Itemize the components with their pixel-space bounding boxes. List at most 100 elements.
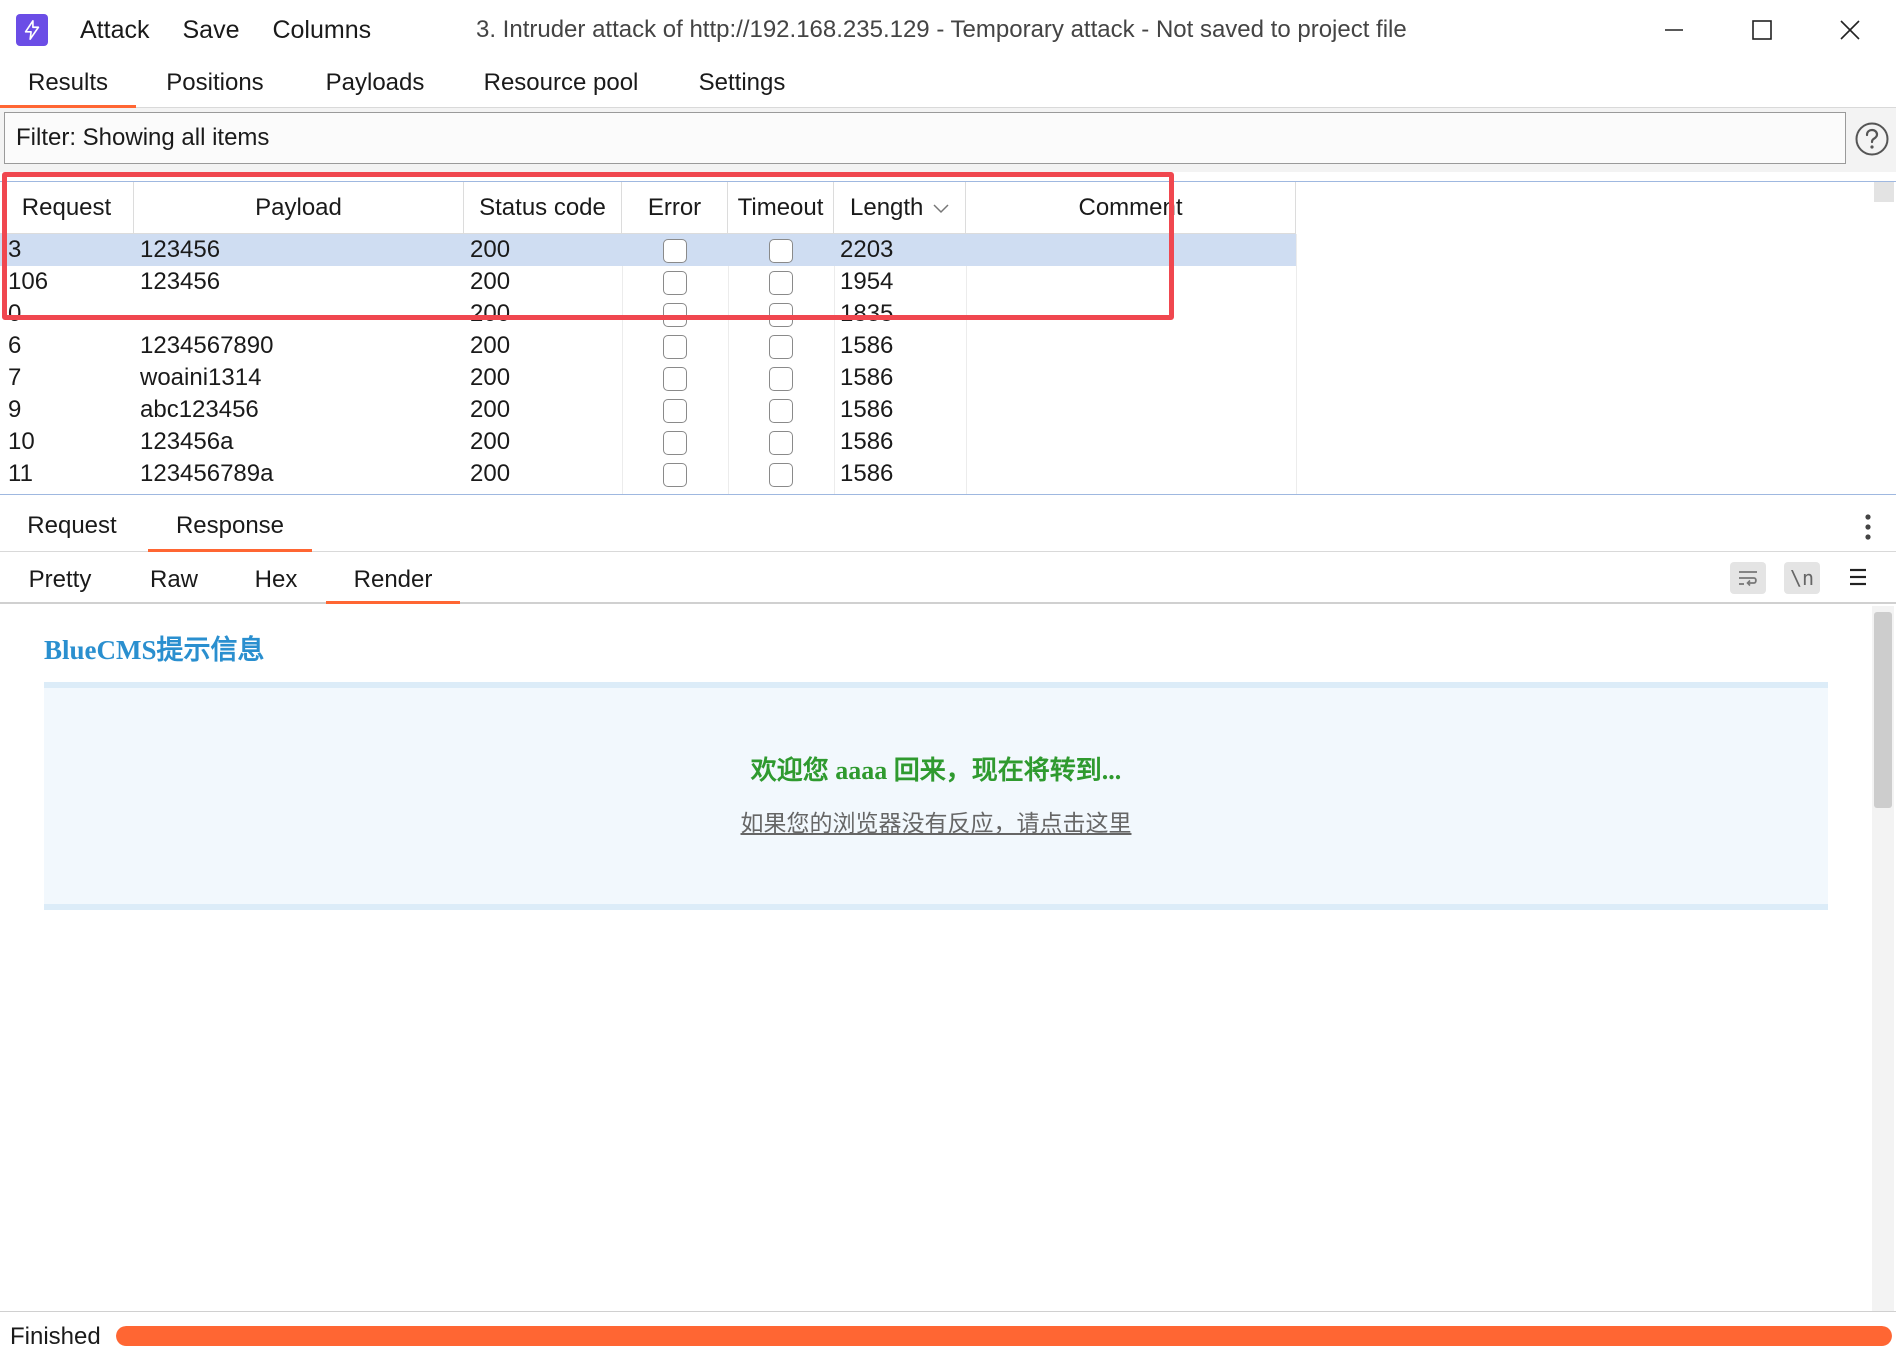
column-header-length-label: Length <box>850 194 924 221</box>
status-text: Finished <box>10 1323 101 1350</box>
timeout-checkbox[interactable] <box>769 399 793 423</box>
column-header-length[interactable]: Length <box>834 182 966 234</box>
table-scrollbar[interactable] <box>1874 182 1894 202</box>
render-page-title: BlueCMS提示信息 <box>44 635 265 665</box>
cell-payload: 123456 <box>140 236 221 263</box>
error-checkbox[interactable] <box>663 239 687 263</box>
column-header-request[interactable]: Request <box>0 182 134 234</box>
table-row[interactable]: 9 abc123456 200 1586 <box>0 394 1296 426</box>
tab-hex[interactable]: Hex <box>230 552 322 604</box>
cell-length: 1586 <box>840 364 894 391</box>
table-row[interactable]: 11 123456789a 200 1586 <box>0 458 1296 490</box>
tab-positions[interactable]: Positions <box>150 60 280 108</box>
viewer-tabs: Pretty Raw Hex Render \n <box>0 552 1896 604</box>
word-wrap-icon <box>1739 571 1757 587</box>
timeout-checkbox[interactable] <box>769 367 793 391</box>
tab-request[interactable]: Request <box>0 500 144 552</box>
table-row[interactable]: 0 200 1835 <box>0 298 1296 330</box>
render-view: BlueCMS提示信息 欢迎您 aaaa 回来，现在将转到... 如果您的浏览器… <box>0 606 1896 1311</box>
table-row[interactable]: 3 123456 200 2203 <box>0 234 1296 266</box>
table-row[interactable]: 10 123456a 200 1586 <box>0 426 1296 458</box>
render-scrollbar-thumb[interactable] <box>1874 612 1892 808</box>
menu-bar: Attack Save Columns <box>80 0 404 60</box>
help-icon[interactable] <box>1854 121 1890 157</box>
timeout-checkbox[interactable] <box>769 335 793 359</box>
cell-status-code: 200 <box>470 332 511 359</box>
tab-raw[interactable]: Raw <box>128 552 220 604</box>
column-header-comment[interactable]: Comment <box>966 182 1296 234</box>
menu-attack[interactable]: Attack <box>80 16 149 45</box>
hamburger-menu-icon[interactable] <box>1847 566 1869 588</box>
cell-status-code: 200 <box>470 364 511 391</box>
cell-request: 11 <box>8 460 33 487</box>
cell-status-code: 200 <box>470 236 511 263</box>
close-button[interactable] <box>1808 0 1892 60</box>
cell-request: 106 <box>8 268 49 295</box>
tab-settings[interactable]: Settings <box>684 60 800 108</box>
filter-bar: Filter: Showing all items <box>0 108 1896 172</box>
error-checkbox[interactable] <box>663 431 687 455</box>
column-header-timeout[interactable]: Timeout <box>728 182 834 234</box>
tab-pretty[interactable]: Pretty <box>0 552 120 604</box>
window-title: 3. Intruder attack of http://192.168.235… <box>476 16 1407 43</box>
close-icon <box>1840 20 1860 40</box>
table-row[interactable]: 6 1234567890 200 1586 <box>0 330 1296 362</box>
maximize-button[interactable] <box>1720 0 1804 60</box>
results-table: Request Payload Status code Error Timeou… <box>0 181 1896 495</box>
cell-payload: abc123456 <box>140 396 259 423</box>
menu-columns[interactable]: Columns <box>272 16 371 45</box>
timeout-checkbox[interactable] <box>769 431 793 455</box>
cell-length: 1954 <box>840 268 894 295</box>
cell-payload: 1234567890 <box>140 332 274 359</box>
tab-results[interactable]: Results <box>0 60 136 108</box>
cell-request: 9 <box>8 396 22 423</box>
progress-bar-fill <box>116 1326 1892 1346</box>
cell-request: 0 <box>8 300 22 327</box>
cell-length: 1586 <box>840 460 894 487</box>
cell-payload: 123456 <box>140 268 221 295</box>
cell-status-code: 200 <box>470 300 511 327</box>
lightning-icon <box>16 14 48 46</box>
cell-status-code: 200 <box>470 396 511 423</box>
newline-toggle-button[interactable]: \n <box>1784 562 1820 594</box>
column-header-status-code[interactable]: Status code <box>464 182 622 234</box>
timeout-checkbox[interactable] <box>769 463 793 487</box>
timeout-checkbox[interactable] <box>769 271 793 295</box>
cell-length: 1835 <box>840 300 894 327</box>
cell-length: 2203 <box>840 236 894 263</box>
more-options-icon[interactable] <box>1860 512 1876 542</box>
title-bar: Attack Save Columns 3. Intruder attack o… <box>0 0 1896 60</box>
error-checkbox[interactable] <box>663 399 687 423</box>
minimize-button[interactable] <box>1632 0 1716 60</box>
table-row[interactable]: 106 123456 200 1954 <box>0 266 1296 298</box>
render-redirect-link[interactable]: 如果您的浏览器没有反应，请点击这里 <box>0 804 1872 838</box>
cell-status-code: 200 <box>470 428 511 455</box>
filter-input[interactable]: Filter: Showing all items <box>4 112 1846 164</box>
column-header-payload[interactable]: Payload <box>134 182 464 234</box>
menu-save[interactable]: Save <box>182 16 239 45</box>
error-checkbox[interactable] <box>663 367 687 391</box>
cell-length: 1586 <box>840 396 894 423</box>
tab-render[interactable]: Render <box>326 552 460 604</box>
error-checkbox[interactable] <box>663 271 687 295</box>
table-header: Request Payload Status code Error Timeou… <box>0 182 1296 234</box>
table-row[interactable]: 7 woaini1314 200 1586 <box>0 362 1296 394</box>
timeout-checkbox[interactable] <box>769 239 793 263</box>
status-bar: Finished <box>0 1311 1896 1360</box>
timeout-checkbox[interactable] <box>769 303 793 327</box>
word-wrap-button[interactable] <box>1730 562 1766 594</box>
tab-response[interactable]: Response <box>148 500 312 552</box>
tab-payloads[interactable]: Payloads <box>312 60 438 108</box>
error-checkbox[interactable] <box>663 463 687 487</box>
cell-length: 1586 <box>840 428 894 455</box>
main-tabs: Results Positions Payloads Resource pool… <box>0 60 1896 108</box>
tab-resource-pool[interactable]: Resource pool <box>472 60 650 108</box>
cell-status-code: 200 <box>470 268 511 295</box>
column-header-error[interactable]: Error <box>622 182 728 234</box>
cell-status-code: 200 <box>470 460 511 487</box>
error-checkbox[interactable] <box>663 335 687 359</box>
render-welcome-message: 欢迎您 aaaa 回来，现在将转到... <box>750 756 1122 785</box>
cell-payload: 123456a <box>140 428 234 455</box>
error-checkbox[interactable] <box>663 303 687 327</box>
minimize-icon <box>1665 29 1683 31</box>
